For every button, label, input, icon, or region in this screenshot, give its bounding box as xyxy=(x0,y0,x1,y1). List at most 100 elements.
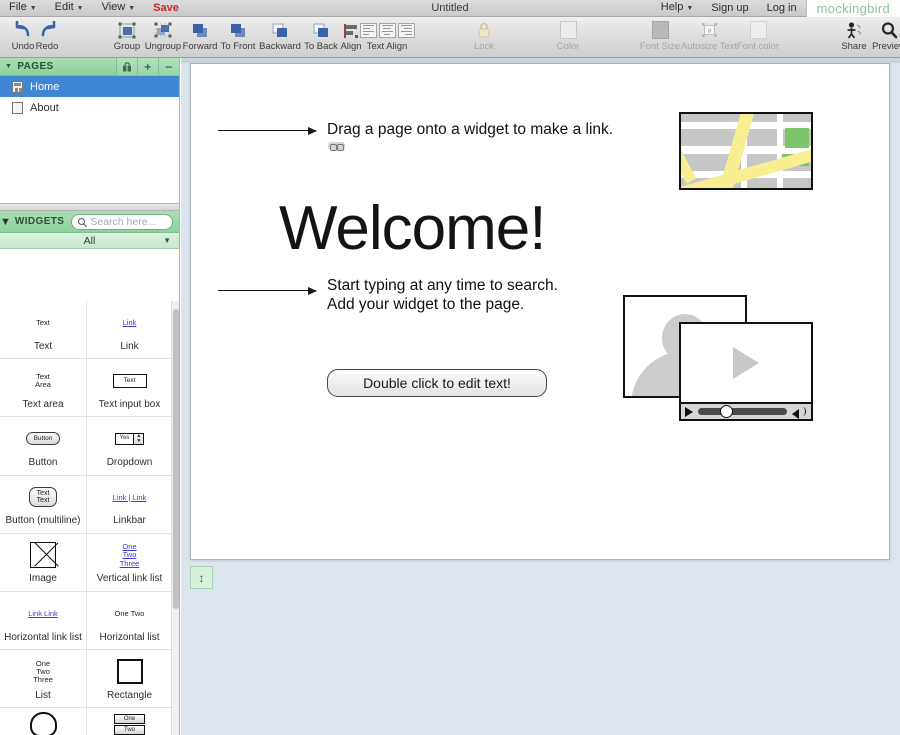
canvas-area[interactable]: Drag a page onto a widget to make a link… xyxy=(181,58,900,735)
toolbar-fontcolor-button[interactable]: Font color xyxy=(729,20,787,52)
widget-label: Button (multiline) xyxy=(5,515,80,526)
lock-icon xyxy=(461,20,507,40)
widget-item-image[interactable]: Image xyxy=(0,534,86,591)
toolbar-textalign-button[interactable]: Text Align xyxy=(358,20,416,52)
toolbar-lock-label: Lock xyxy=(461,41,507,52)
button-multiline-preview: Text Text xyxy=(29,487,58,507)
page-icon xyxy=(12,102,23,114)
widget-row: One Two Three List Rectangle xyxy=(0,650,172,708)
widget-item-text[interactable]: Text Text xyxy=(0,301,86,358)
widgets-panel-header: ▼ WIDGETS xyxy=(0,211,179,233)
page-item-home[interactable]: Home xyxy=(0,76,179,97)
video-screen[interactable] xyxy=(681,324,811,402)
text-area-preview: Text Area xyxy=(35,373,51,389)
menu-login[interactable]: Log in xyxy=(758,0,806,16)
horizontal-link-list-preview: Link Link xyxy=(28,609,58,618)
widget-item-vertical-navbar[interactable]: One Two Three Vertical navbar xyxy=(86,708,172,735)
pages-panel-buttons: + − xyxy=(116,58,179,76)
widget-item-dropdown[interactable]: Yes ▲▼ Dropdown xyxy=(86,417,172,474)
widget-label: Link xyxy=(120,341,138,352)
page-item-home-label: Home xyxy=(30,81,59,93)
align-center-icon xyxy=(379,23,396,38)
widget-preview: One Two Three xyxy=(120,540,140,570)
widget-preview: One Two Three xyxy=(114,715,146,735)
widget-preview: Text xyxy=(36,308,50,338)
widget-row: Text Area Text area Text Text input box xyxy=(0,359,172,417)
widget-item-text-input-box[interactable]: Text Text input box xyxy=(86,359,172,416)
widget-preview xyxy=(30,709,57,735)
map-widget[interactable] xyxy=(679,112,813,190)
menu-file[interactable]: File▼ xyxy=(0,0,46,17)
widget-item-link[interactable]: Link Link xyxy=(86,301,172,358)
rounded-rectangle-icon xyxy=(30,712,57,735)
toolbar-textalign-label: Text Align xyxy=(358,41,416,52)
edit-text-button[interactable]: Double click to edit text! xyxy=(327,369,547,397)
toolbar-redo-button[interactable]: Redo xyxy=(24,20,70,52)
widget-search-box[interactable] xyxy=(71,214,173,230)
play-button-icon[interactable] xyxy=(685,407,693,417)
play-icon[interactable] xyxy=(733,347,759,379)
preview-magnifier-icon xyxy=(866,20,900,40)
stepper-arrows-icon: ▲▼ xyxy=(133,434,143,444)
vertical-navbar-preview: One Two Three xyxy=(114,714,146,735)
pages-list: Home About xyxy=(0,76,179,204)
toolbar-color-button[interactable]: Color xyxy=(545,20,591,52)
map-road xyxy=(777,112,783,190)
video-scrubber[interactable] xyxy=(698,408,787,415)
panel-splitter[interactable] xyxy=(0,204,179,211)
scrollbar-thumb[interactable] xyxy=(173,309,179,609)
arrow-icon xyxy=(218,130,316,131)
navbar-item: One xyxy=(114,714,146,724)
welcome-heading[interactable]: Welcome! xyxy=(279,196,546,262)
text-align-icon xyxy=(358,20,416,40)
page-canvas[interactable]: Drag a page onto a widget to make a link… xyxy=(190,63,890,560)
redo-icon xyxy=(24,20,70,40)
volume-icon[interactable] xyxy=(792,406,807,417)
widget-filter-select[interactable]: All ▼ xyxy=(0,233,179,249)
menu-view[interactable]: View▼ xyxy=(93,0,145,17)
chevron-down-icon[interactable]: ▼ xyxy=(0,216,11,228)
menu-help[interactable]: Help▼ xyxy=(652,0,703,17)
scrubber-knob[interactable] xyxy=(720,405,733,418)
widget-item-vertical-link-list[interactable]: One Two Three Vertical link list xyxy=(86,534,172,591)
duplicate-page-button[interactable] xyxy=(116,58,137,76)
menu-signup[interactable]: Sign up xyxy=(702,0,757,16)
widget-search-input[interactable] xyxy=(90,216,166,228)
widget-item-text-area[interactable]: Text Area Text area xyxy=(0,359,86,416)
menu-bar-right: Help▼ Sign up Log in mockingbird xyxy=(652,0,900,17)
add-page-button[interactable]: + xyxy=(137,58,158,76)
menu-save[interactable]: Save xyxy=(144,0,188,16)
widget-item-horizontal-list[interactable]: One Two Horizontal list xyxy=(86,592,172,649)
widget-preview: Link xyxy=(123,308,137,338)
widget-item-list[interactable]: One Two Three List xyxy=(0,650,86,707)
widget-item-rectangle-rounded[interactable]: Rectangle (rounded) xyxy=(0,708,86,735)
chevron-down-icon[interactable]: ▼ xyxy=(5,63,12,70)
remove-page-button[interactable]: − xyxy=(158,58,179,76)
widget-label: Text input box xyxy=(99,399,161,410)
video-player-widget[interactable] xyxy=(679,322,813,421)
widget-item-horizontal-link-list[interactable]: Link Link Horizontal link list xyxy=(0,592,86,649)
widget-item-rectangle[interactable]: Rectangle xyxy=(86,650,172,707)
menu-edit[interactable]: Edit▼ xyxy=(46,0,93,17)
video-controls[interactable] xyxy=(681,402,811,419)
widget-label: Dropdown xyxy=(107,457,153,468)
canvas-resize-handle[interactable]: ↕ xyxy=(190,566,213,589)
chain-link-icon xyxy=(328,142,345,150)
widgets-scrollbar[interactable] xyxy=(171,301,179,735)
widget-item-linkbar[interactable]: Link | Link Linkbar xyxy=(86,476,172,533)
map-park xyxy=(785,128,809,148)
page-item-about-label: About xyxy=(30,102,59,114)
menu-help-label: Help xyxy=(661,1,684,13)
widget-item-button[interactable]: Button Button xyxy=(0,417,86,474)
app-logo[interactable]: mockingbird xyxy=(806,0,900,17)
widget-preview: Text xyxy=(113,366,147,396)
pages-panel-header[interactable]: ▼ PAGES + − xyxy=(0,58,179,76)
page-item-about[interactable]: About xyxy=(0,97,179,118)
widgets-grid[interactable]: Text Text Link Link Text Area Text area … xyxy=(0,301,172,735)
left-sidebar: ▼ PAGES + − Home About ▼ WIDGETS xyxy=(0,58,180,735)
toolbar-fontsize-button[interactable]: Font Size xyxy=(637,20,683,52)
widget-item-button-multiline[interactable]: Text Text Button (multiline) xyxy=(0,476,86,533)
arrow-to-link-hint xyxy=(218,130,316,131)
toolbar-preview-button[interactable]: Preview xyxy=(866,20,900,52)
toolbar-lock-button[interactable]: Lock xyxy=(461,20,507,52)
